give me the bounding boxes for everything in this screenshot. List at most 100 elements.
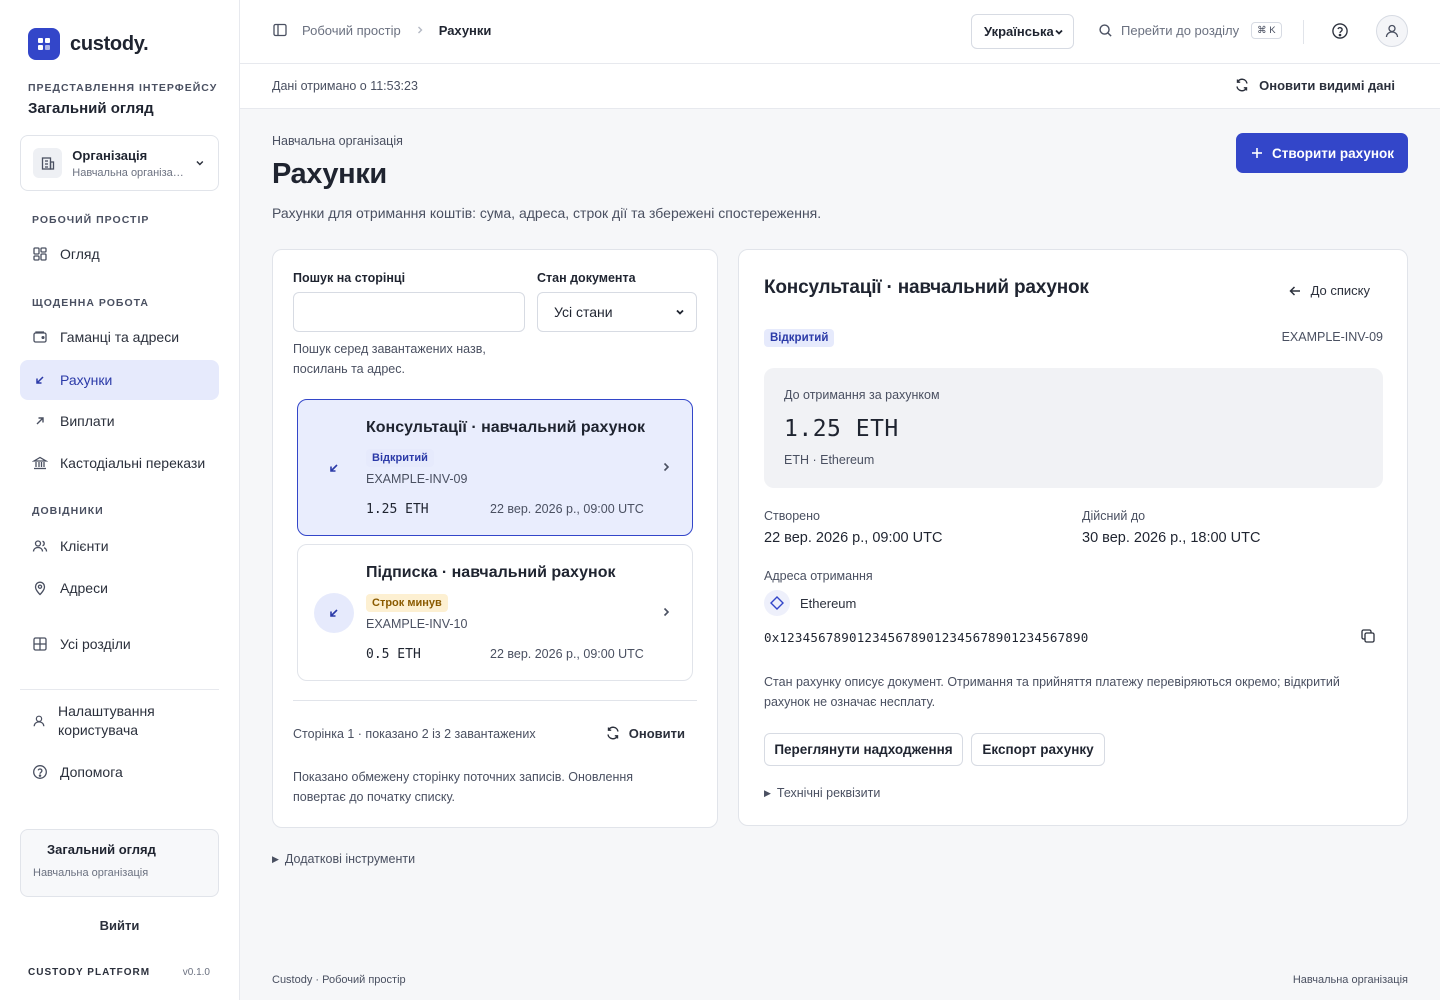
invoice-detail-panel: Консультації · навчальний рахунок До спи… [738, 249, 1408, 826]
refresh-visible-label: Оновити видимі дані [1259, 77, 1395, 93]
arrow-down-left-icon [314, 448, 354, 488]
breadcrumb-root[interactable]: Робочий простір [302, 23, 401, 38]
goto-section-search[interactable]: Перейти до розділу ⌘ K [1098, 22, 1282, 39]
map-pin-icon [34, 581, 46, 596]
page-title: Рахунки [272, 158, 387, 190]
sidebar-item-addresses[interactable]: Адреси [20, 568, 219, 608]
address-label: Адреса отримання [764, 569, 873, 583]
platform-label: CUSTODY PLATFORM [28, 967, 151, 978]
invoice-id: EXAMPLE-INV-10 [366, 617, 468, 631]
arrow-left-icon [1289, 285, 1300, 296]
extra-tools-label: Додаткові інструменти [284, 852, 416, 866]
disclosure-triangle-icon: ▶ [272, 853, 279, 864]
state-select[interactable]: Усі стани [537, 292, 697, 332]
export-invoice-button[interactable]: Експорт рахунку [971, 733, 1105, 766]
back-to-list-button[interactable]: До списку [1288, 283, 1370, 298]
status-badge: Відкритий [366, 449, 434, 467]
chevron-right-icon [663, 607, 670, 617]
invoice-title: Консультації · навчальний рахунок [366, 419, 645, 436]
view-section-label: ПРЕДСТАВЛЕННЯ ІНТЕРФЕЙСУ [28, 82, 218, 94]
help-icon[interactable] [1331, 22, 1349, 40]
status-badge: Строк минув [366, 594, 448, 612]
org-crumb: Навчальна організація [272, 134, 403, 148]
chevron-down-icon [196, 161, 204, 166]
refresh-visible-button[interactable]: Оновити видимі дані [1234, 77, 1395, 93]
version-label: v0.1.0 [182, 967, 210, 978]
users-icon [32, 540, 48, 552]
ethereum-diamond-icon [764, 590, 790, 616]
sidebar-item-label: Огляд [60, 246, 100, 262]
invoice-amount: 0.5 ETH [366, 647, 421, 662]
list-note: Показано обмежену сторінку поточних запи… [293, 770, 634, 804]
sidebar-item-label: Кастодіальні перекази [60, 455, 206, 471]
sidebar-item-wallets[interactable]: Гаманці та адреси [20, 317, 219, 357]
sidebar-item-payouts[interactable]: Виплати [20, 401, 219, 441]
top-header: Робочий простір Рахунки Українська Перей… [240, 0, 1440, 64]
copy-icon[interactable] [1360, 628, 1376, 644]
back-to-list-label: До списку [1310, 283, 1370, 298]
arrow-up-right-icon [36, 417, 44, 425]
footer-left: Custody · Робочий простір [272, 974, 406, 986]
invoice-card[interactable]: Консультації · навчальний рахунок Відкри… [297, 399, 693, 536]
amount-box: До отримання за рахунком 1.25 ETH ETH · … [764, 368, 1383, 488]
sidebar-item-clients[interactable]: Клієнти [20, 526, 219, 566]
search-input[interactable] [293, 292, 525, 332]
dashboard-icon [33, 247, 47, 261]
receiving-address: 0x12345678901234567890123456789012345678… [764, 630, 1089, 645]
create-invoice-button[interactable]: Створити рахунок [1236, 133, 1408, 173]
summary-card-subtitle: Навчальна організація [33, 867, 149, 879]
refresh-list-label: Оновити [628, 725, 685, 741]
summary-card-title: Загальний огляд [47, 842, 156, 857]
invoice-card[interactable]: Підписка · навчальний рахунок Строк мину… [297, 544, 693, 681]
brand-name: custody. [70, 32, 149, 55]
org-switcher-subtitle: Навчальна організація [72, 166, 185, 179]
amount-network: ETH · Ethereum [784, 453, 875, 467]
valid-until-label: Дійсний до [1082, 509, 1146, 523]
arrow-down-left-icon [36, 376, 44, 384]
sidebar-item-label: Налаштування користувача [58, 703, 155, 738]
state-label: Стан документа [537, 271, 636, 285]
sidebar-item-all-sections[interactable]: Усі розділи [20, 624, 219, 664]
fetched-time-text: Дані отримано о 11:53:23 [272, 79, 418, 93]
avatar[interactable] [1376, 15, 1408, 47]
detail-title: Консультації · навчальний рахунок [764, 277, 1089, 298]
list-divider [293, 700, 697, 701]
view-name: Загальний огляд [28, 100, 154, 117]
user-icon [33, 715, 45, 727]
sidebar-item-overview[interactable]: Огляд [20, 234, 219, 274]
chevron-down-icon [1055, 29, 1063, 35]
sidebar-item-label: Допомога [60, 764, 123, 780]
amount-value: 1.25 ETH [784, 416, 899, 442]
goto-shortcut: ⌘ K [1251, 22, 1282, 39]
goto-placeholder: Перейти до розділу [1121, 23, 1240, 38]
page-description: Рахунки для отримання коштів: сума, адре… [272, 205, 822, 221]
org-switcher[interactable]: Організація Навчальна організація [20, 135, 219, 191]
logo[interactable]: custody. [28, 28, 149, 60]
amount-label: До отримання за рахунком [784, 388, 940, 402]
technical-details-toggle[interactable]: ▶ Технічні реквізити [764, 786, 880, 800]
wallet-icon [33, 331, 47, 343]
sidebar-item-custodial[interactable]: Кастодіальні перекази [20, 443, 219, 483]
sidebar: custody. ПРЕДСТАВЛЕННЯ ІНТЕРФЕЙСУ Загаль… [0, 0, 240, 1000]
detail-note: Стан рахунку описує документ. Отримання … [764, 675, 1340, 709]
chevron-down-icon [676, 309, 684, 315]
invoice-title: Підписка · навчальний рахунок [366, 564, 616, 581]
sidebar-item-user-settings[interactable]: Налаштування користувача [20, 700, 219, 742]
search-icon [1099, 24, 1112, 37]
sidebar-divider [20, 689, 219, 690]
logout-button[interactable]: Вийти [20, 918, 219, 933]
state-select-value: Усі стани [554, 304, 613, 320]
page-info: Сторінка 1 · показано 2 із 2 завантажени… [293, 727, 536, 741]
language-select[interactable]: Українська [971, 14, 1074, 49]
refresh-icon [607, 726, 619, 740]
search-hint: Пошук серед завантажених назв, посилань … [293, 342, 486, 376]
view-receipts-button[interactable]: Переглянути надходження [764, 733, 963, 766]
sidebar-item-invoices[interactable]: Рахунки [20, 360, 219, 400]
invoice-date: 22 вер. 2026 р., 09:00 UTC [490, 502, 644, 516]
logo-grid-icon [28, 28, 60, 60]
sidebar-toggle-icon[interactable] [272, 22, 288, 38]
sidebar-item-help[interactable]: Допомога [20, 752, 219, 792]
sidebar-item-label: Виплати [60, 413, 115, 429]
extra-tools-toggle[interactable]: ▶ Додаткові інструменти [272, 852, 415, 866]
refresh-list-button[interactable]: Оновити [605, 725, 685, 741]
